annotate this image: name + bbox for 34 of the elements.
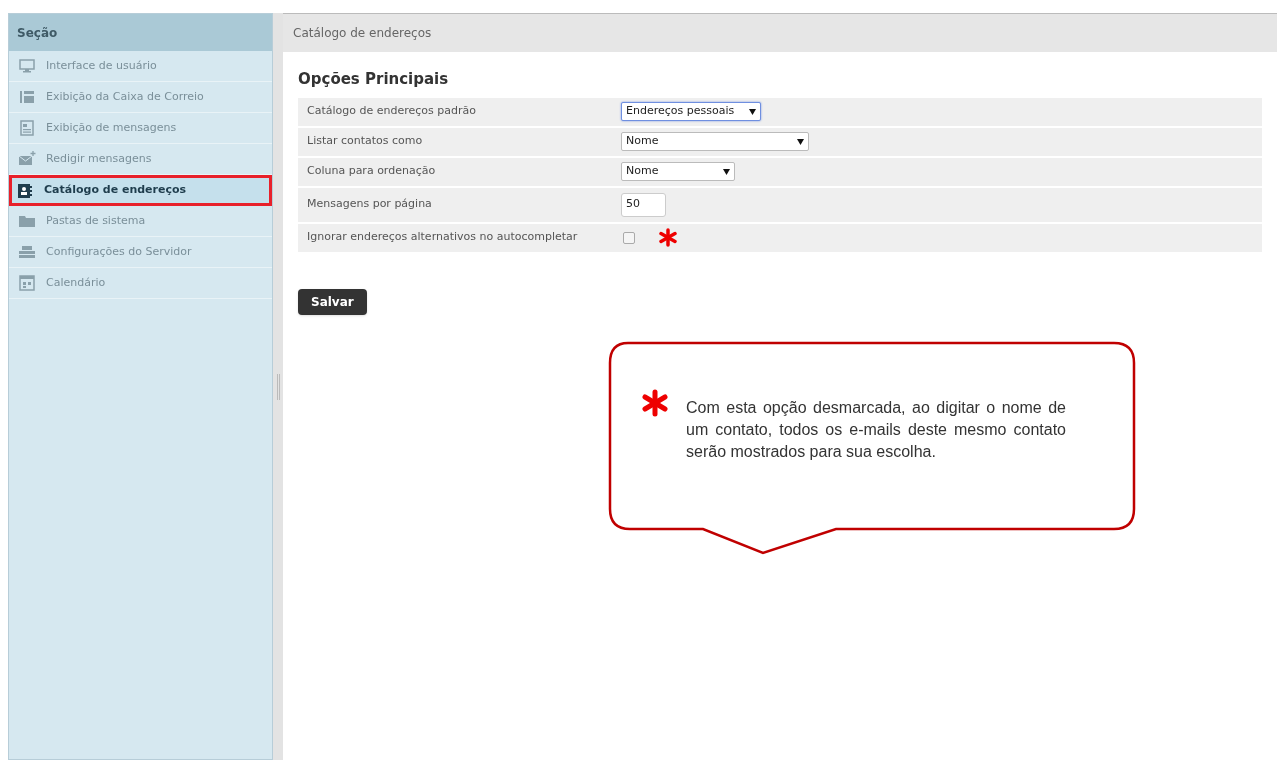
caret-icon xyxy=(797,138,804,145)
sidebar-item[interactable]: Interface de usuário xyxy=(9,51,272,82)
list-icon xyxy=(18,88,36,106)
sidebar-item[interactable]: Exibição de mensagens xyxy=(9,113,272,144)
sidebar-item[interactable]: Pastas de sistema xyxy=(9,206,272,237)
dropdown[interactable]: Nome xyxy=(621,132,809,151)
checkbox[interactable] xyxy=(623,231,635,244)
document-icon xyxy=(18,119,36,137)
sidebar-item[interactable]: Catálogo de endereços xyxy=(9,175,272,206)
calendar-icon xyxy=(18,274,36,292)
callout-text: Com esta opção desmarcada, ao digitar o nome de um contato, todos os e-mails deste mesmo contato serão mostrados para sua escolha. xyxy=(686,398,1066,462)
option-label: Catálogo de endereços padrão xyxy=(307,103,477,120)
dropdown[interactable]: Nome xyxy=(621,162,735,181)
caret-icon xyxy=(723,168,730,175)
save-button[interactable]: Salvar xyxy=(298,288,367,315)
input-field[interactable]: 50 xyxy=(621,192,666,217)
sidebar-item[interactable]: Exibição da Caixa de Correio xyxy=(9,82,272,113)
dropdown[interactable]: Endereços pessoais xyxy=(621,102,761,121)
splitter-handle[interactable] xyxy=(276,373,280,400)
panel-header: Catálogo de endereços xyxy=(283,14,1277,52)
section-title: Opções Principais xyxy=(298,69,450,90)
option-label: Ignorar endereços alternativos no autocompletar xyxy=(307,229,579,246)
option-label: Mensagens por página xyxy=(307,196,433,213)
sidebar-title: Seção xyxy=(9,14,272,51)
server-icon xyxy=(18,243,36,261)
monitor-icon xyxy=(18,57,36,75)
sidebar-item[interactable]: Configurações do Servidor xyxy=(9,237,272,268)
contact-book-icon xyxy=(16,181,34,200)
option-label: Listar contatos como xyxy=(307,133,424,150)
option-label: Coluna para ordenação xyxy=(307,163,437,180)
caret-icon xyxy=(749,108,756,115)
asterisk-icon xyxy=(642,389,668,417)
sidebar-item[interactable]: Calendário xyxy=(9,268,272,299)
envelope-plus-icon xyxy=(18,150,36,168)
